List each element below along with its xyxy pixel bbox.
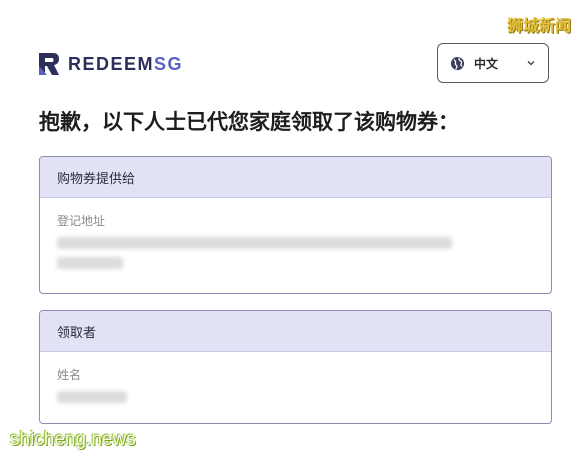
chevron-down-icon xyxy=(527,61,535,66)
card-header: 领取者 xyxy=(40,311,551,352)
redeemer-card: 领取者 姓名 xyxy=(39,310,552,424)
card-body: 姓名 xyxy=(40,352,551,423)
watermark-bottom: shicheng.news xyxy=(10,429,136,450)
globe-icon xyxy=(450,56,465,70)
name-label: 姓名 xyxy=(57,368,82,382)
language-select[interactable]: 中文 xyxy=(437,43,549,83)
logo-text-accent: SG xyxy=(154,53,184,74)
redacted-address-line-2 xyxy=(57,257,123,269)
card-body: 登记地址 xyxy=(40,198,551,291)
redeemsg-logo[interactable]: REDEEMSG xyxy=(38,52,183,76)
watermark-top: 狮城新闻 xyxy=(506,16,571,35)
logo-text-main: REDEEM xyxy=(68,53,155,74)
card-header: 购物券提供给 xyxy=(40,157,551,198)
redacted-name xyxy=(57,391,127,403)
redeemsg-logo-mark-icon xyxy=(39,53,59,75)
logo-text: REDEEMSG xyxy=(68,54,183,75)
redacted-address-line-1 xyxy=(57,237,452,249)
page-title: 抱歉，以下人士已代您家庭领取了该购物券： xyxy=(39,110,459,134)
language-select-value: 中文 xyxy=(474,56,499,71)
voucher-recipient-card: 购物券提供给 登记地址 xyxy=(39,156,552,294)
address-label: 登记地址 xyxy=(57,214,106,228)
